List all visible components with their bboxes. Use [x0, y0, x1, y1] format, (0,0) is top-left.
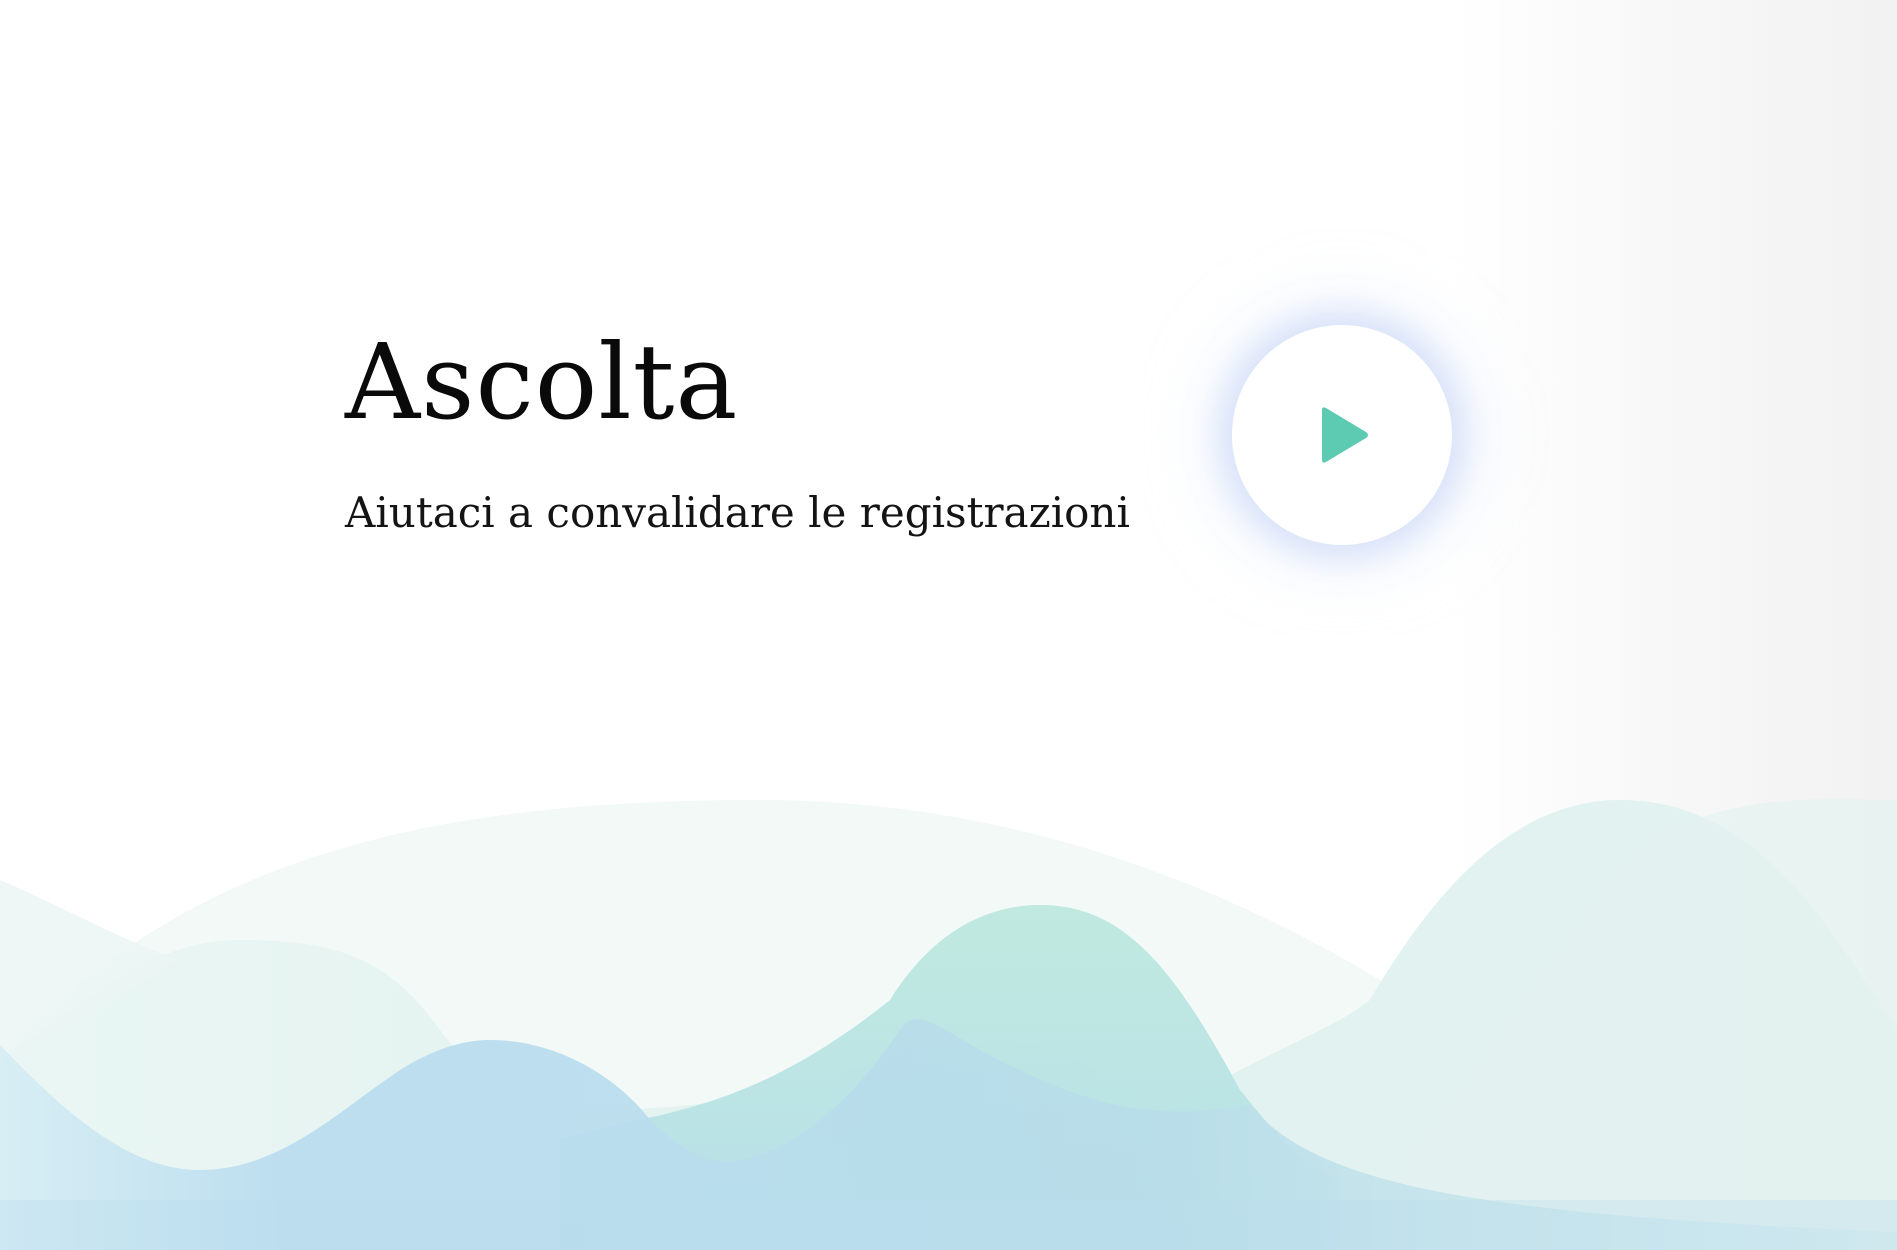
play-icon — [1322, 407, 1368, 463]
page-title: Ascolta — [345, 321, 739, 443]
play-button[interactable] — [1232, 325, 1452, 545]
decorative-waves — [0, 799, 1897, 1250]
page: Ascolta Aiutaci a convalidare le registr… — [0, 0, 1897, 1250]
wave-bottom-wash — [0, 1200, 1897, 1250]
hero: Ascolta Aiutaci a convalidare le registr… — [345, 330, 1130, 534]
page-subtitle: Aiutaci a convalidare le registrazioni — [345, 488, 1130, 537]
